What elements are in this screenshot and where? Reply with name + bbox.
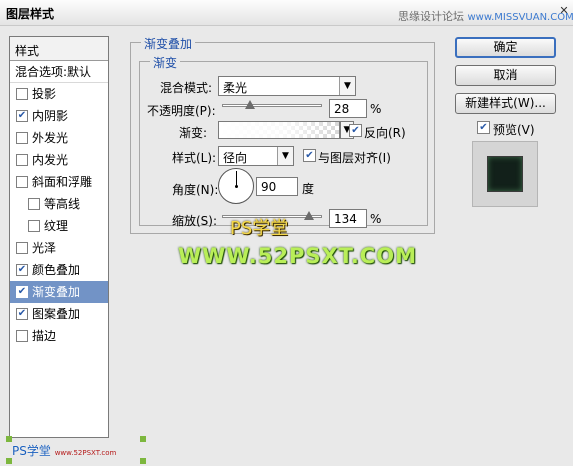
style-list-items: 投影 ✔ 内阴影外发光内发光斜面和浮雕等高线纹理光泽 ✔ 颜色叠加 ✔ 渐变叠加 ✔ 图案叠加描… [10, 83, 108, 347]
style-list: 样式 混合选项:默认 投影 ✔ 内阴影外发光内发光斜面和浮雕等高线纹理光泽 ✔ 颜色叠加… [9, 36, 109, 438]
style-list-blending-options[interactable]: 混合选项:默认 [10, 61, 108, 83]
preview-label: 预览(V) [493, 123, 535, 137]
check-icon: ✔ [479, 122, 488, 133]
checkbox-icon[interactable] [16, 330, 28, 342]
ps-watermark: PS学堂 [230, 218, 289, 239]
style-list-item-label: 投影 [32, 87, 57, 101]
blend-mode-value: 柔光 [223, 81, 248, 95]
chevron-down-icon: ▼ [339, 77, 355, 95]
opacity-unit: % [370, 102, 382, 116]
style-list-item[interactable]: 光泽 [10, 237, 108, 259]
gradient-label: 渐变: [179, 126, 208, 140]
blend-mode-label: 混合模式: [160, 81, 213, 95]
close-icon[interactable]: ✕ [557, 4, 571, 18]
style-list-item-label: 纹理 [44, 219, 69, 233]
scale-input[interactable]: 134 [329, 209, 367, 228]
check-icon: ✔ [305, 150, 314, 161]
window-title: 图层样式 [6, 7, 55, 21]
opacity-label: 不透明度(P): [147, 104, 216, 118]
gradient-subgroup-title: 渐变 [150, 54, 181, 71]
angle-hub [235, 185, 238, 188]
style-list-item[interactable]: 纹理 [10, 215, 108, 237]
angle-dial[interactable] [218, 168, 254, 204]
ok-button[interactable]: 确定 [455, 37, 556, 58]
style-list-item-label: 内阴影 [32, 109, 69, 123]
checkbox-checked-icon[interactable]: ✔ [16, 286, 28, 298]
style-list-item-label: 光泽 [32, 241, 57, 255]
checkbox-checked-icon[interactable]: ✔ [16, 110, 28, 122]
opacity-slider[interactable] [222, 104, 322, 107]
new-style-button[interactable]: 新建样式(W)... [455, 93, 556, 114]
checkbox-icon[interactable] [28, 198, 40, 210]
style-list-item[interactable]: 投影 [10, 83, 108, 105]
bottom-watermark-url: www.52PSXT.com [54, 449, 117, 457]
opacity-slider-thumb[interactable] [245, 100, 255, 109]
style-list-item[interactable]: 内发光 [10, 149, 108, 171]
gradient-overlay-title: 渐变叠加 [141, 35, 196, 52]
style-value: 径向 [223, 151, 248, 165]
style-list-item[interactable]: 外发光 [10, 127, 108, 149]
corner-mark-icon [6, 458, 12, 464]
checkbox-icon[interactable] [16, 154, 28, 166]
style-list-item-label: 描边 [32, 329, 57, 343]
style-list-item[interactable]: ✔ 图案叠加 [10, 303, 108, 325]
preview-checkbox[interactable]: ✔ [477, 121, 490, 134]
style-list-item-label: 斜面和浮雕 [32, 175, 93, 189]
gradient-picker[interactable]: ▼ [218, 121, 354, 139]
corner-mark-icon [140, 436, 146, 442]
bottom-watermark-text: PS学堂 [12, 444, 51, 458]
chevron-down-icon: ▼ [277, 147, 293, 165]
style-label: 样式(L): [172, 151, 217, 165]
ps-watermark-url: WWW.52PSXT.COM [178, 244, 417, 268]
style-list-item[interactable]: 斜面和浮雕 [10, 171, 108, 193]
style-list-item-label: 渐变叠加 [32, 285, 81, 299]
opacity-value: 28 [334, 102, 350, 116]
angle-value: 90 [261, 180, 277, 194]
preview-swatch [487, 156, 523, 192]
checkbox-icon[interactable] [16, 242, 28, 254]
scale-label: 缩放(S): [172, 214, 218, 228]
scale-unit: % [370, 212, 382, 226]
style-list-item-label: 外发光 [32, 131, 69, 145]
style-list-item[interactable]: ✔ 颜色叠加 [10, 259, 108, 281]
title-bar: 图层样式 思缘设计论坛 www.MISSVUAN.COM ✕ [0, 0, 573, 26]
style-list-item-label: 内发光 [32, 153, 69, 167]
angle-input[interactable]: 90 [256, 177, 298, 196]
checkbox-checked-icon[interactable]: ✔ [16, 308, 28, 320]
style-list-item[interactable]: 描边 [10, 325, 108, 347]
align-with-layer-label: 与图层对齐(I) [318, 151, 391, 165]
style-list-item[interactable]: ✔ 内阴影 [10, 105, 108, 127]
angle-label: 角度(N): [172, 183, 219, 197]
scale-slider-thumb[interactable] [304, 211, 314, 220]
preview-thumbnail [472, 141, 538, 207]
style-list-item-label: 颜色叠加 [32, 263, 81, 277]
style-list-item[interactable]: ✔ 渐变叠加 [10, 281, 108, 303]
reverse-checkbox[interactable]: ✔ [349, 124, 362, 137]
scale-value: 134 [334, 212, 357, 226]
angle-unit: 度 [302, 182, 315, 196]
corner-mark-icon [140, 458, 146, 464]
checkbox-icon[interactable] [16, 132, 28, 144]
site-watermark: 思缘设计论坛 www.MISSVUAN.COM [398, 8, 573, 24]
blend-mode-select[interactable]: 柔光 ▼ [218, 76, 356, 96]
style-select[interactable]: 径向 ▼ [218, 146, 294, 166]
checkbox-icon[interactable] [28, 220, 40, 232]
cancel-button[interactable]: 取消 [455, 65, 556, 86]
checkbox-icon[interactable] [16, 88, 28, 100]
checkbox-icon[interactable] [16, 176, 28, 188]
style-list-header[interactable]: 样式 [10, 37, 108, 61]
style-list-item-label: 等高线 [44, 197, 81, 211]
reverse-label: 反向(R) [364, 126, 406, 140]
bottom-watermark: PS学堂 www.52PSXT.com [12, 442, 116, 458]
site-watermark-text: 思缘设计论坛 [398, 10, 464, 23]
check-icon: ✔ [351, 125, 360, 136]
style-list-item[interactable]: 等高线 [10, 193, 108, 215]
checkbox-checked-icon[interactable]: ✔ [16, 264, 28, 276]
align-with-layer-checkbox[interactable]: ✔ [303, 149, 316, 162]
opacity-input[interactable]: 28 [329, 99, 367, 118]
style-list-item-label: 图案叠加 [32, 307, 81, 321]
gradient-preview [219, 122, 339, 138]
